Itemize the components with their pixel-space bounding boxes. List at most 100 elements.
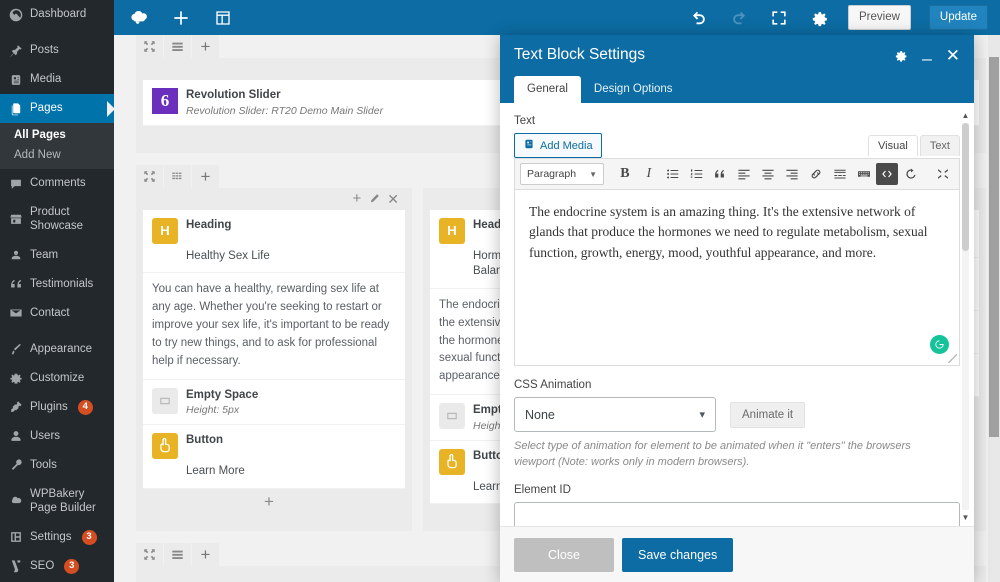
row-layout-icon[interactable] [164, 543, 191, 566]
row-layout-icon[interactable] [164, 35, 191, 58]
element-title: Revolution Slider [186, 88, 383, 103]
editor-content-area[interactable]: The endocrine system is an amazing thing… [515, 190, 959, 365]
tab-text[interactable]: Text [920, 135, 960, 156]
builder-element-button[interactable]: Button Learn More [143, 425, 405, 489]
align-center-button[interactable] [757, 163, 779, 185]
plus-icon[interactable] [170, 7, 192, 29]
pencil-icon[interactable] [368, 193, 380, 205]
scroll-up-arrow-icon[interactable]: ▲ [961, 111, 970, 120]
builder-element-heading[interactable]: H Heading Healthy Sex Life [143, 210, 405, 274]
add-media-button[interactable]: Add Media [514, 133, 602, 158]
save-changes-button[interactable]: Save changes [622, 538, 733, 572]
plugin-icon [8, 400, 23, 415]
update-button[interactable]: Update [929, 5, 988, 30]
element-title: Button [186, 433, 223, 448]
builder-element-text-block[interactable]: You can have a healthy, rewarding sex li… [143, 273, 405, 379]
undo-button[interactable] [900, 163, 922, 185]
store-icon [8, 212, 23, 227]
page-scrollbar-thumb[interactable] [989, 57, 999, 437]
move-arrows-icon[interactable] [136, 165, 163, 188]
close-icon[interactable]: ✕ [387, 192, 399, 206]
fullscreen-icon[interactable] [768, 7, 790, 29]
add-element-button[interactable]: + [192, 543, 219, 566]
insert-link-button[interactable] [805, 163, 827, 185]
minimize-icon[interactable]: _ [922, 48, 931, 63]
status-badge: 4 [78, 400, 93, 415]
close-icon[interactable]: ✕ [946, 47, 960, 64]
submenu-item-add-new[interactable]: Add New [0, 145, 114, 165]
modal-scrollbar-thumb[interactable] [962, 123, 969, 251]
sidebar-item-label: Media [30, 72, 61, 86]
bold-button[interactable]: B [614, 163, 636, 185]
sidebar-item-pages[interactable]: Pages [0, 94, 114, 123]
sidebar-item-comments[interactable]: Comments [0, 169, 114, 198]
gear-icon[interactable] [808, 7, 830, 29]
sidebar-item-wpbakery-page-builder[interactable]: WPBakery Page Builder [0, 480, 114, 523]
blockquote-button[interactable] [709, 163, 731, 185]
tab-design-options[interactable]: Design Options [581, 76, 686, 103]
sidebar-item-team[interactable]: Team [0, 241, 114, 270]
sidebar-item-appearance[interactable]: Appearance [0, 335, 114, 364]
sidebar-item-plugins[interactable]: Plugins 4 [0, 393, 114, 422]
move-arrows-icon[interactable] [136, 35, 163, 58]
editor-toolbar: Paragraph ▼ B I [515, 159, 959, 190]
templates-grid-icon[interactable] [212, 7, 234, 29]
admin-sidebar: Dashboard Posts Media Pages All Pages Ad… [0, 0, 114, 582]
sidebar-item-seo[interactable]: SEO 3 [0, 552, 114, 581]
media-icon [523, 138, 535, 153]
text-field-label: Text [514, 115, 960, 127]
add-element-button[interactable]: + [192, 35, 219, 58]
column-add-icon[interactable]: + [353, 191, 362, 206]
undo-icon[interactable] [688, 7, 710, 29]
element-id-input[interactable] [514, 502, 960, 526]
builder-element-empty-space[interactable]: Empty Space Height: 5px [143, 380, 405, 426]
editor-header-row: Add Media Visual Text [514, 133, 960, 158]
sidebar-item-dashboard[interactable]: Dashboard [0, 0, 114, 29]
animate-it-button[interactable]: Animate it [730, 402, 805, 428]
css-animation-help: Select type of animation for element to … [514, 439, 942, 471]
row-layout-icon[interactable] [164, 165, 191, 188]
sidebar-item-users[interactable]: Users [0, 422, 114, 451]
tab-general[interactable]: General [514, 76, 581, 103]
move-arrows-icon[interactable] [136, 543, 163, 566]
gear-icon[interactable] [893, 48, 908, 63]
bullet-list-button[interactable] [662, 163, 684, 185]
modal-scrollbar[interactable]: ▲ ▼ [959, 111, 972, 522]
sidebar-item-posts[interactable]: Posts [0, 36, 114, 65]
screen-root: Dashboard Posts Media Pages All Pages Ad… [0, 0, 1000, 582]
envelope-icon [8, 306, 23, 321]
read-more-button[interactable] [829, 163, 851, 185]
sidebar-item-label: Posts [30, 43, 59, 57]
toolbar-right-group: Preview Update [688, 5, 988, 30]
revolution-slider-icon: 6 [152, 88, 178, 114]
close-button[interactable]: Close [514, 538, 614, 572]
editor-resize-handle[interactable] [948, 354, 957, 363]
sidebar-item-product-showcase[interactable]: Product Showcase [0, 198, 114, 241]
align-left-button[interactable] [733, 163, 755, 185]
sidebar-item-testimonials[interactable]: Testimonials [0, 270, 114, 299]
sidebar-item-label: Appearance [30, 342, 92, 356]
page-scrollbar[interactable] [988, 35, 1000, 582]
italic-button[interactable]: I [638, 163, 660, 185]
element-text: You can have a healthy, rewarding sex li… [152, 281, 396, 370]
toolbar-toggle-button[interactable] [853, 163, 875, 185]
column-add-element-button[interactable]: + [143, 489, 405, 510]
scroll-down-arrow-icon[interactable]: ▼ [961, 513, 970, 522]
source-code-button[interactable] [876, 163, 898, 185]
preview-button[interactable]: Preview [848, 5, 911, 30]
sidebar-item-media[interactable]: Media [0, 65, 114, 94]
grammarly-icon[interactable] [930, 335, 949, 354]
numbered-list-button[interactable] [686, 163, 708, 185]
align-right-button[interactable] [781, 163, 803, 185]
sidebar-item-contact[interactable]: Contact [0, 299, 114, 328]
css-animation-select[interactable]: None ▾ [514, 397, 716, 432]
fullscreen-button[interactable] [932, 163, 954, 185]
format-select[interactable]: Paragraph ▼ [520, 163, 604, 185]
add-element-button[interactable]: + [192, 165, 219, 188]
sidebar-item-tools[interactable]: Tools [0, 451, 114, 480]
sidebar-item-settings[interactable]: Settings 3 [0, 523, 114, 552]
submenu-item-all-pages[interactable]: All Pages [0, 125, 114, 145]
wpbakery-cloud-icon[interactable] [128, 7, 150, 29]
sidebar-item-customize[interactable]: Customize [0, 364, 114, 393]
tab-visual[interactable]: Visual [868, 135, 918, 156]
